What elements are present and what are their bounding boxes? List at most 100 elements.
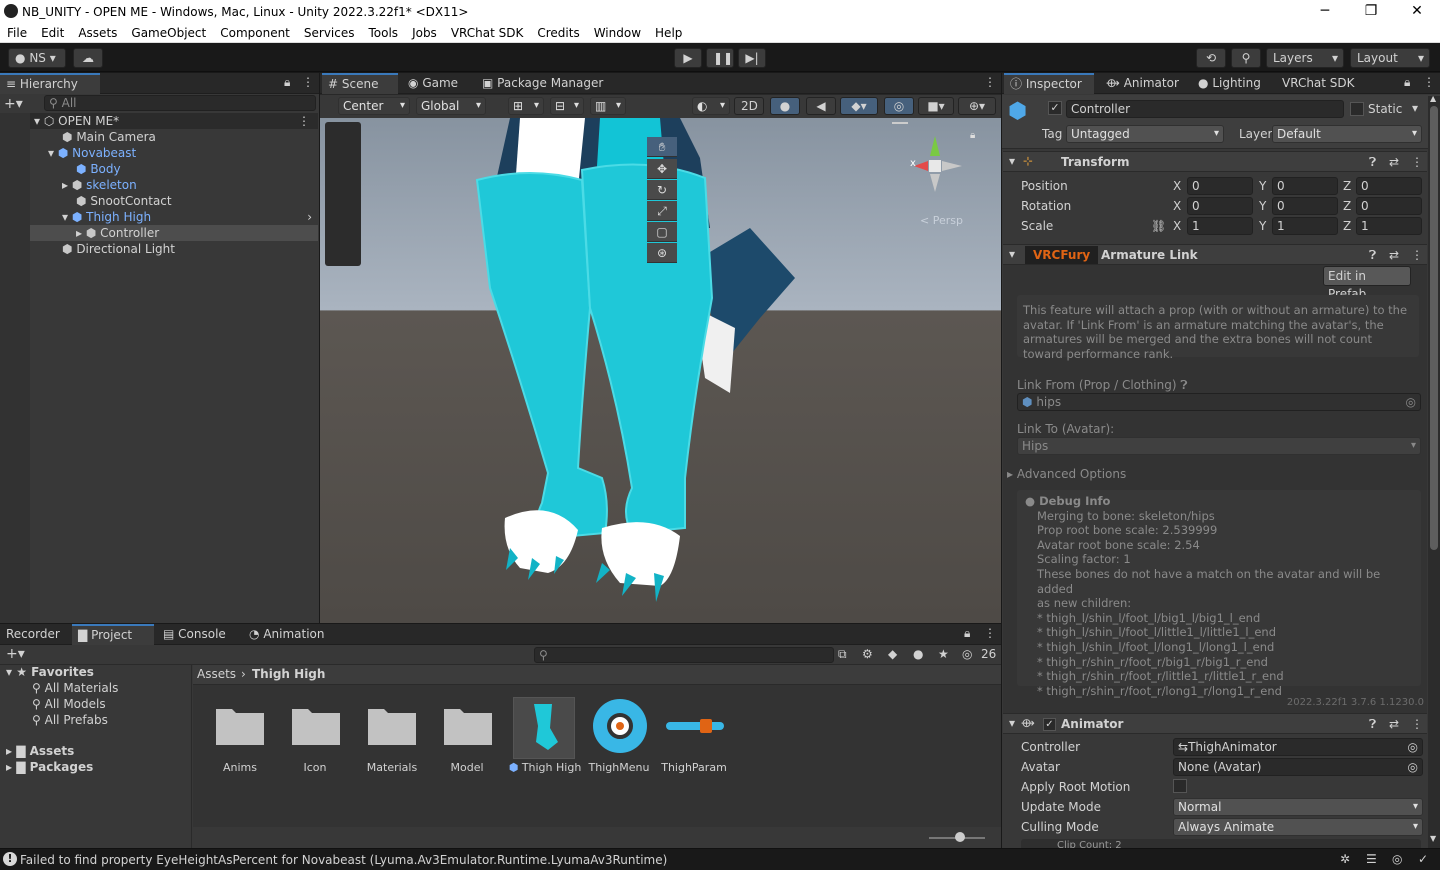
layer-dropdown[interactable]: Default bbox=[1272, 125, 1422, 143]
lighting-toggle[interactable]: ● bbox=[770, 97, 800, 115]
rotation-z-field[interactable]: 0 bbox=[1356, 197, 1422, 215]
menu-credits[interactable]: Credits bbox=[537, 26, 579, 40]
help-icon[interactable]: ❓︎ bbox=[1369, 248, 1376, 263]
tag-icon[interactable]: ◆ bbox=[888, 647, 897, 661]
object-picker-icon[interactable]: ◎ bbox=[1408, 759, 1418, 775]
menu-vrchat-sdk[interactable]: VRChat SDK bbox=[451, 26, 524, 40]
chevron-right-icon[interactable]: › bbox=[307, 209, 312, 225]
play-button[interactable]: ▶ bbox=[674, 48, 702, 68]
tab-game[interactable]: ◉ Game bbox=[402, 73, 464, 94]
apply-root-motion-checkbox[interactable] bbox=[1173, 779, 1187, 793]
minimize-button[interactable]: ─ bbox=[1302, 0, 1348, 23]
edit-in-prefab-button[interactable]: Edit in Prefab bbox=[1323, 266, 1411, 301]
orientation-gizmo[interactable]: x bbox=[900, 128, 970, 198]
menu-gameobject[interactable]: GameObject bbox=[131, 26, 206, 40]
scale-tool[interactable]: ⤢ bbox=[647, 201, 677, 221]
hidden-packages-icon[interactable]: ◎ bbox=[962, 647, 972, 661]
tab-scene[interactable]: # Scene bbox=[322, 73, 398, 94]
grid-snap-dropdown[interactable]: ⊟ bbox=[550, 97, 584, 115]
kebab-menu-icon[interactable]: ⋮ bbox=[1411, 248, 1423, 262]
hierarchy-item-skeleton[interactable]: ▸ ⬢ skeleton bbox=[0, 177, 318, 193]
gizmos-dropdown[interactable]: ⊕▾ bbox=[958, 97, 996, 115]
create-button[interactable]: +▾ bbox=[6, 646, 25, 662]
breadcrumb-assets[interactable]: Assets bbox=[197, 667, 236, 681]
update-mode-dropdown[interactable]: Normal bbox=[1173, 798, 1423, 816]
transform-tool[interactable]: ⊛ bbox=[647, 243, 677, 263]
avatar-field[interactable]: None (Avatar) ◎ bbox=[1173, 758, 1423, 776]
move-tool[interactable]: ✥ bbox=[647, 159, 677, 179]
scrollbar-thumb[interactable] bbox=[1430, 106, 1438, 550]
rotation-y-field[interactable]: 0 bbox=[1272, 197, 1338, 215]
rotation-x-field[interactable]: 0 bbox=[1187, 197, 1253, 215]
vrcfury-header[interactable]: ▾ VRCFury Armature Link ❓︎ ⇄ ⋮ bbox=[1003, 244, 1427, 265]
pause-button[interactable]: ❚❚ bbox=[706, 48, 734, 68]
animator-header[interactable]: ▾ ⟴ ✓ Animator ❓︎ ⇄ ⋮ bbox=[1003, 713, 1427, 734]
gizmo-handle[interactable] bbox=[892, 122, 908, 124]
menu-tools[interactable]: Tools bbox=[369, 26, 399, 40]
hierarchy-item-thigh-high[interactable]: ▾ ⬢ Thigh High › bbox=[0, 209, 318, 225]
scene-row[interactable]: ▾ ⬡ OPEN ME* ⋮ bbox=[0, 113, 318, 129]
link-from-field[interactable]: ⬢ hips ◎ bbox=[1017, 393, 1421, 411]
hierarchy-item-main-camera[interactable]: ⬢ Main Camera bbox=[0, 129, 318, 145]
lock-icon[interactable]: 🔒︎ bbox=[1404, 75, 1410, 90]
tab-package-manager[interactable]: ▣ Package Manager bbox=[476, 73, 609, 94]
cloud-button[interactable]: ☁ bbox=[73, 48, 103, 68]
account-dropdown[interactable]: ● NS ▾ bbox=[8, 48, 66, 68]
favorites-node[interactable]: ▾ ★ Favorites bbox=[6, 665, 94, 679]
rotate-tool[interactable]: ↻ bbox=[647, 180, 677, 200]
favorite-all-models[interactable]: ⚲ All Models bbox=[32, 697, 106, 711]
prefab-thumbnail[interactable] bbox=[513, 697, 575, 759]
menu-asset-icon[interactable] bbox=[593, 699, 647, 753]
assets-node[interactable]: ▸ ▇ Assets bbox=[6, 744, 74, 758]
folder-icon[interactable] bbox=[216, 705, 264, 745]
search-button[interactable]: ⚲ bbox=[1231, 48, 1261, 68]
animator-controller-field[interactable]: ⇆ThighAnimator ◎ bbox=[1173, 738, 1423, 756]
pivot-dropdown[interactable]: Center bbox=[338, 97, 410, 115]
preset-icon[interactable]: ⇄ bbox=[1389, 717, 1399, 731]
active-checkbox[interactable]: ✓ bbox=[1048, 101, 1062, 115]
star-icon[interactable]: ★ bbox=[938, 647, 949, 661]
preset-icon[interactable]: ⇄ bbox=[1389, 155, 1399, 169]
hierarchy-item-controller[interactable]: ▸ ⬢ Controller bbox=[0, 225, 318, 241]
hierarchy-item-novabeast[interactable]: ▾ ⬢ Novabeast bbox=[0, 145, 318, 161]
create-button[interactable]: +▾ bbox=[4, 96, 23, 112]
step-button[interactable]: ▶| bbox=[738, 48, 766, 68]
visibility-toggle[interactable]: ◎ bbox=[884, 97, 914, 115]
hierarchy-search-input[interactable]: ⚲ All bbox=[44, 95, 316, 111]
folder-icon[interactable] bbox=[292, 705, 340, 745]
position-y-field[interactable]: 0 bbox=[1272, 177, 1338, 195]
hierarchy-item-snootcontact[interactable]: ⬢ SnootContact bbox=[0, 193, 318, 209]
param-asset-icon[interactable] bbox=[666, 719, 724, 733]
effects-dropdown[interactable]: ◆▾ bbox=[840, 97, 878, 115]
tab-hierarchy[interactable]: ≡ Hierarchy bbox=[0, 73, 100, 94]
scale-z-field[interactable]: 1 bbox=[1356, 217, 1422, 235]
favorite-all-prefabs[interactable]: ⚲ All Prefabs bbox=[32, 713, 108, 727]
kebab-menu-icon[interactable]: ⋮ bbox=[1411, 717, 1423, 731]
kebab-menu-icon[interactable]: ⋮ bbox=[302, 75, 314, 89]
camera-dropdown[interactable]: ■▾ bbox=[918, 97, 954, 115]
hierarchy-item-body[interactable]: ⬢ Body bbox=[0, 161, 318, 177]
scale-x-field[interactable]: 1 bbox=[1187, 217, 1253, 235]
tab-vrchat-sdk[interactable]: VRChat SDK bbox=[1276, 73, 1361, 94]
search-by-type-icon[interactable]: ⧉ bbox=[838, 647, 847, 662]
menu-jobs[interactable]: Jobs bbox=[412, 26, 437, 40]
folder-icon[interactable] bbox=[368, 705, 416, 745]
menu-window[interactable]: Window bbox=[594, 26, 641, 40]
gizmo-lock-icon[interactable]: 🔒︎ bbox=[970, 130, 975, 141]
snap-dropdown[interactable]: ⊞ bbox=[508, 97, 544, 115]
position-x-field[interactable]: 0 bbox=[1187, 177, 1253, 195]
transform-header[interactable]: ▾ ⊹ Transform ❓︎ ⇄ ⋮ bbox=[1003, 151, 1427, 172]
increment-snap-dropdown[interactable]: ▥ bbox=[590, 97, 626, 115]
menu-file[interactable]: File bbox=[7, 26, 27, 40]
object-picker-icon[interactable]: ◎ bbox=[1406, 394, 1416, 410]
checkmark-icon[interactable]: ✓ bbox=[1418, 852, 1428, 866]
status-message[interactable]: Failed to find property EyeHeightAsPerce… bbox=[20, 853, 667, 867]
history-button[interactable]: ⟲ bbox=[1196, 48, 1226, 68]
scroll-down-icon[interactable]: ▼ bbox=[1430, 834, 1436, 843]
menu-help[interactable]: Help bbox=[655, 26, 682, 40]
inspector-scrollbar[interactable]: ▲ ▼ bbox=[1428, 94, 1440, 848]
tab-inspector[interactable]: ⓘ Inspector bbox=[1004, 73, 1094, 94]
favorite-all-materials[interactable]: ⚲ All Materials bbox=[32, 681, 118, 695]
link-icon[interactable]: ⛓ bbox=[1151, 219, 1166, 233]
maximize-button[interactable]: ❐ bbox=[1348, 0, 1394, 23]
